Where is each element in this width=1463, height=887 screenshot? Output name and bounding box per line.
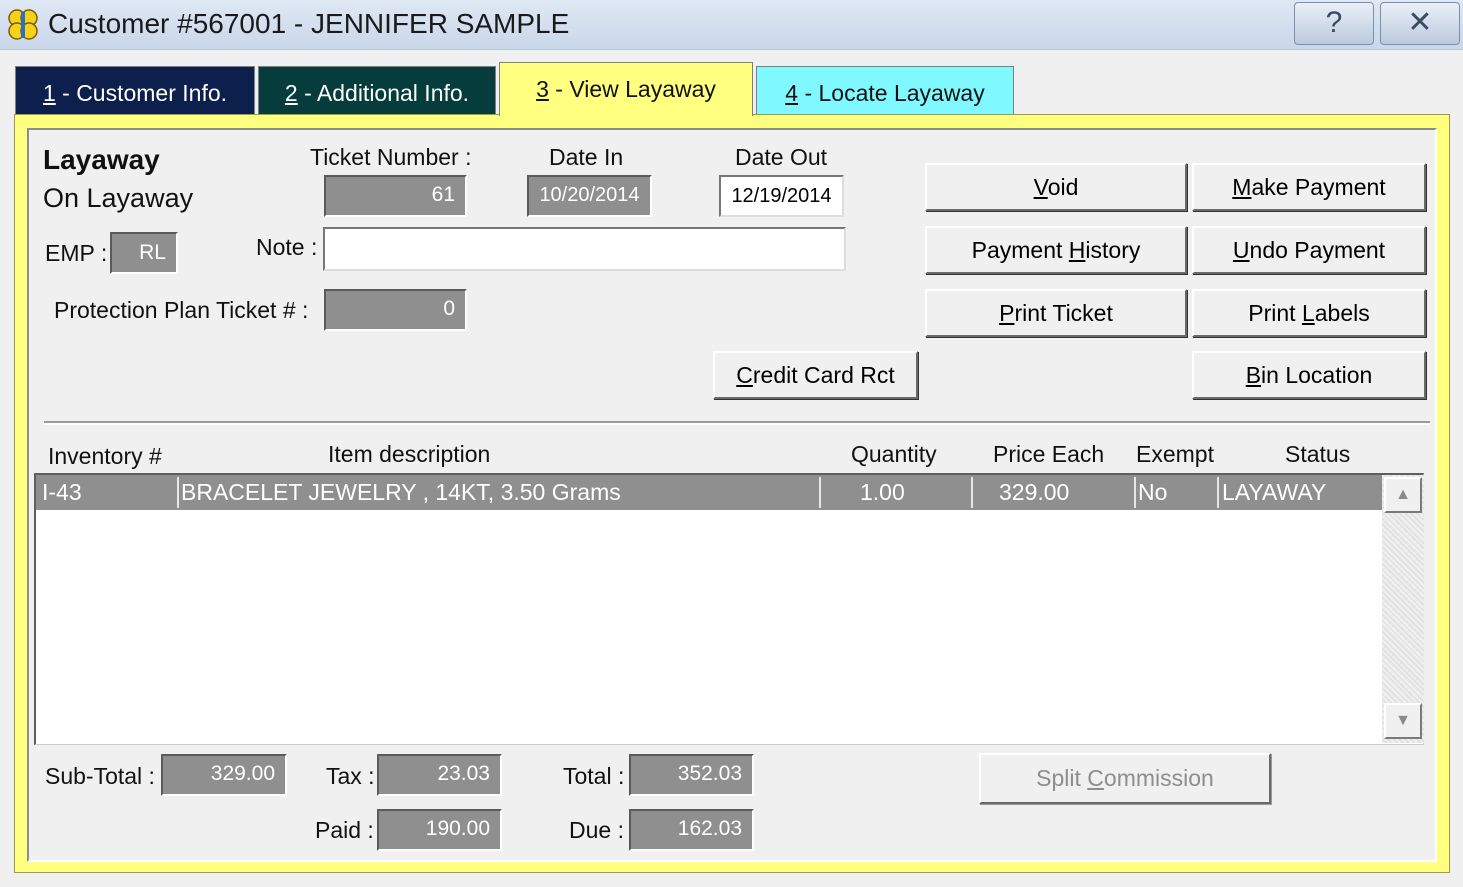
- note-input[interactable]: [323, 227, 846, 271]
- mnemonic: M: [1232, 174, 1252, 200]
- chevron-down-icon: ▼: [1395, 712, 1411, 729]
- header-quantity: Quantity: [851, 441, 937, 467]
- mnemonic: U: [1232, 237, 1250, 263]
- cell-status: LAYAWAY: [1222, 479, 1327, 505]
- tab-additional-info[interactable]: 2 - Additional Info.: [258, 66, 496, 116]
- window-title: Customer #567001 - JENNIFER SAMPLE: [48, 8, 570, 39]
- button-label: oid: [1047, 174, 1079, 200]
- button-label: Payment: [971, 237, 1069, 263]
- scroll-up-button[interactable]: ▲: [1384, 477, 1422, 513]
- total-field: 352.03: [629, 754, 754, 796]
- column-separator: [1134, 477, 1136, 508]
- close-button[interactable]: ✕: [1380, 2, 1460, 45]
- mnemonic: V: [1033, 174, 1048, 200]
- button-label: ake Payment: [1251, 174, 1386, 200]
- subtotal-label: Sub-Total :: [45, 763, 155, 789]
- tab-label: - Locate Layaway: [798, 80, 985, 106]
- button-label: istory: [1085, 237, 1141, 263]
- void-button[interactable]: Void: [925, 163, 1187, 211]
- close-icon: ✕: [1407, 6, 1433, 39]
- column-separator: [1217, 477, 1219, 508]
- print-ticket-button[interactable]: Print Ticket: [925, 289, 1187, 337]
- subtotal-field: 329.00: [161, 754, 287, 796]
- cell-quantity: 1.00: [860, 479, 905, 505]
- make-payment-button[interactable]: Make Payment: [1192, 163, 1426, 211]
- tab-key: 2: [284, 80, 298, 106]
- header-exempt: Exempt: [1136, 441, 1214, 467]
- button-label: ndo Payment: [1249, 237, 1386, 263]
- chevron-up-icon: ▲: [1395, 486, 1411, 503]
- layaway-status: On Layaway: [43, 183, 194, 213]
- cell-price-each: 329.00: [999, 479, 1070, 505]
- mnemonic: C: [736, 362, 753, 388]
- undo-payment-button[interactable]: Undo Payment: [1192, 226, 1426, 274]
- tab-key: 4: [785, 80, 799, 106]
- app-logo-icon: [8, 9, 38, 40]
- section-divider: [44, 421, 1430, 425]
- print-labels-button[interactable]: Print Labels: [1192, 289, 1426, 337]
- column-separator: [177, 477, 179, 508]
- header-status: Status: [1285, 441, 1351, 467]
- due-label: Due :: [569, 817, 624, 843]
- header-inventory: Inventory #: [48, 443, 162, 469]
- button-label: redit Card Rct: [752, 362, 895, 388]
- column-separator: [819, 477, 821, 508]
- button-label: in Location: [1261, 362, 1373, 388]
- mnemonic: H: [1068, 237, 1086, 263]
- bin-location-button[interactable]: Bin Location: [1192, 351, 1426, 399]
- payment-history-button[interactable]: Payment History: [925, 226, 1187, 274]
- tab-label: - Additional Info.: [297, 80, 470, 106]
- tax-field: 23.03: [377, 754, 502, 796]
- tab-label: - Customer Info.: [55, 80, 228, 106]
- date-out-label: Date Out: [735, 144, 828, 170]
- scroll-down-button[interactable]: ▼: [1384, 703, 1422, 739]
- help-button[interactable]: ?: [1294, 2, 1374, 45]
- tab-key: 3: [536, 76, 549, 102]
- mnemonic: C: [1087, 765, 1104, 791]
- emp-label: EMP :: [45, 240, 108, 266]
- cell-exempt: No: [1138, 479, 1168, 505]
- cell-description: BRACELET JEWELRY , 14KT, 3.50 Grams: [181, 479, 621, 505]
- tax-label: Tax :: [326, 763, 375, 789]
- header-description: Item description: [328, 441, 491, 467]
- cell-inventory: I-43: [42, 479, 82, 505]
- tab-view-layaway[interactable]: 3 - View Layaway: [499, 62, 753, 116]
- mnemonic: B: [1245, 362, 1262, 388]
- total-label: Total :: [563, 763, 625, 789]
- column-separator: [971, 477, 973, 508]
- layaway-heading: Layaway: [43, 144, 160, 175]
- date-in-field: 10/20/2014: [527, 175, 652, 217]
- tab-locate-layaway[interactable]: 4 - Locate Layaway: [756, 66, 1014, 116]
- mnemonic: L: [1301, 300, 1315, 326]
- protection-plan-label: Protection Plan Ticket # :: [54, 297, 309, 323]
- paid-label: Paid :: [315, 817, 374, 843]
- ticket-number-field: 61: [324, 175, 467, 217]
- note-label: Note :: [256, 234, 318, 260]
- tab-label: - View Layaway: [548, 76, 716, 102]
- date-out-field[interactable]: 12/19/2014: [719, 175, 844, 217]
- button-label: Print: [1248, 300, 1302, 326]
- mnemonic: P: [999, 300, 1015, 326]
- credit-card-receipt-button[interactable]: Credit Card Rct: [713, 351, 918, 399]
- button-label: abels: [1314, 300, 1370, 326]
- ticket-number-label: Ticket Number :: [310, 144, 472, 170]
- emp-field: RL: [110, 232, 178, 274]
- tab-key: 1: [42, 80, 56, 106]
- paid-field: 190.00: [377, 809, 502, 851]
- button-label: rint Ticket: [1014, 300, 1113, 326]
- tab-customer-info[interactable]: 1 - Customer Info.: [15, 66, 255, 116]
- items-grid[interactable]: [34, 473, 1424, 745]
- date-in-label: Date In: [549, 144, 624, 170]
- help-icon: ?: [1325, 6, 1343, 39]
- split-commission-button[interactable]: Split Commission: [979, 753, 1271, 804]
- header-price-each: Price Each: [993, 441, 1105, 467]
- button-label: ommission: [1103, 765, 1214, 791]
- button-label: Split: [1036, 765, 1088, 791]
- due-field: 162.03: [629, 809, 754, 851]
- protection-plan-field: 0: [324, 289, 467, 331]
